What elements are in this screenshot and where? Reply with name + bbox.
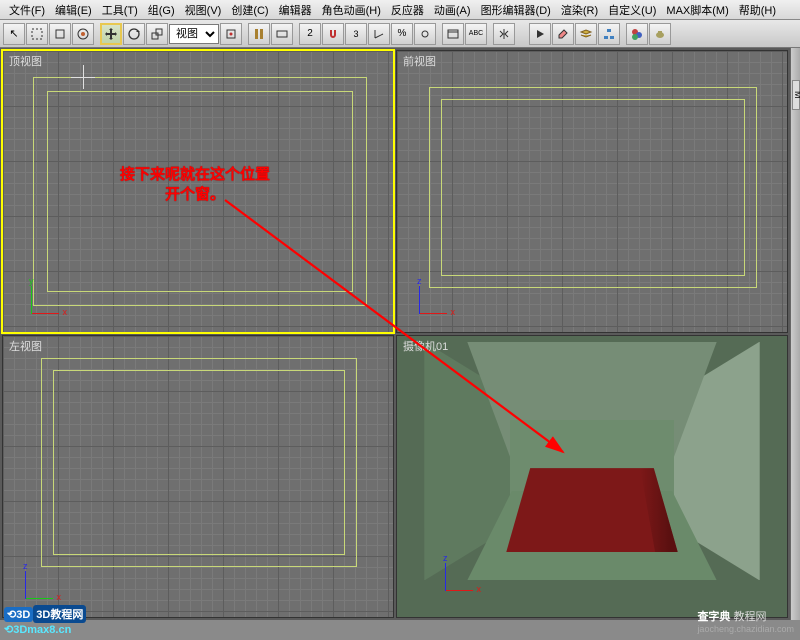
viewport-label-camera: 摄像机01 — [403, 338, 448, 354]
snap2-icon: 2 — [307, 28, 313, 39]
viewport-container: 顶视图 前视图 左视图 摄像机01 — [0, 48, 790, 620]
scale-icon — [150, 27, 164, 41]
scale-button[interactable] — [146, 23, 168, 45]
viewport-label-top: 顶视图 — [9, 53, 42, 69]
layers-icon — [579, 27, 593, 41]
align-button[interactable] — [529, 23, 551, 45]
main-toolbar: ↖ 视图 2 3 % ABC — [0, 20, 800, 48]
menu-character[interactable]: 角色动画(H) — [317, 1, 386, 19]
menu-animation[interactable]: 动画(A) — [429, 1, 476, 19]
manipulate-icon — [252, 27, 266, 41]
geometry-inner — [53, 370, 345, 555]
snap3-icon: 3 — [353, 29, 358, 39]
select-window-button[interactable] — [49, 23, 71, 45]
menu-create[interactable]: 创建(C) — [226, 1, 273, 19]
viewport-camera[interactable]: 摄像机01 — [396, 335, 788, 618]
menu-maxscript[interactable]: MAX脚本(M) — [661, 1, 733, 19]
rotate-icon — [127, 27, 141, 41]
percent-snap-button[interactable]: % — [391, 23, 413, 45]
command-panel[interactable] — [790, 48, 800, 620]
viewport-label-front: 前视图 — [403, 53, 436, 69]
angle-snap-button[interactable] — [322, 23, 344, 45]
schematic-view-button[interactable] — [598, 23, 620, 45]
manipulate-button[interactable] — [248, 23, 270, 45]
menu-reactor[interactable]: 反应器 — [386, 1, 429, 19]
menu-view[interactable]: 视图(V) — [180, 1, 227, 19]
command-panel-tab[interactable]: M — [792, 80, 800, 110]
select-circular-button[interactable] — [72, 23, 94, 45]
keyboard-icon — [275, 27, 289, 41]
watermark-left: ⟲3D3D教程网 ⟲3Dmax8.cn — [4, 605, 86, 636]
menu-bar: 文件(F) 编辑(E) 工具(T) 组(G) 视图(V) 创建(C) 编辑器 角… — [0, 0, 800, 20]
keyboard-shortcut-button[interactable] — [271, 23, 293, 45]
menu-graph[interactable]: 图形编辑器(D) — [476, 1, 556, 19]
menu-file[interactable]: 文件(F) — [4, 1, 50, 19]
pivot-button[interactable] — [220, 23, 242, 45]
menu-render[interactable]: 渲染(R) — [556, 1, 603, 19]
menu-tools[interactable]: 工具(T) — [97, 1, 143, 19]
percent-icon: % — [398, 28, 407, 39]
coord-system-dropdown[interactable]: 视图 — [169, 24, 219, 44]
axis-gizmo — [437, 559, 477, 599]
move-button[interactable] — [100, 23, 122, 45]
viewport-label-left: 左视图 — [9, 338, 42, 354]
menu-help[interactable]: 帮助(H) — [734, 1, 781, 19]
move-icon — [104, 27, 118, 41]
pivot-icon — [224, 27, 238, 41]
watermark-right: 查字典 教程网 jaocheng.chazidian.com — [697, 608, 794, 634]
mirror-icon — [497, 27, 511, 41]
viewport-front[interactable]: 前视图 — [396, 50, 788, 333]
axis-gizmo — [23, 282, 63, 322]
circle-select-icon — [76, 27, 90, 41]
named-icon — [446, 27, 460, 41]
named-selection-button[interactable] — [442, 23, 464, 45]
menu-group[interactable]: 组(G) — [143, 1, 180, 19]
viewport-left[interactable]: 左视图 — [2, 335, 394, 618]
play-icon — [533, 27, 547, 41]
angle-icon — [372, 27, 386, 41]
rect-select-icon — [30, 27, 44, 41]
menu-customize[interactable]: 自定义(U) — [603, 1, 661, 19]
material-icon — [630, 27, 644, 41]
spinner-snap-button[interactable] — [414, 23, 436, 45]
angle-button[interactable] — [368, 23, 390, 45]
abc-button[interactable]: ABC — [465, 23, 487, 45]
geometry-inner — [441, 99, 745, 276]
window-select-icon — [53, 27, 67, 41]
layers-button[interactable] — [552, 23, 574, 45]
cursor-icon: ↖ — [9, 27, 18, 40]
abc-icon: ABC — [469, 30, 483, 37]
spinner-icon — [418, 27, 432, 41]
select-region-button[interactable] — [26, 23, 48, 45]
material-editor-button[interactable] — [626, 23, 648, 45]
schematic-icon — [602, 27, 616, 41]
axis-gizmo — [411, 282, 451, 322]
teapot-icon — [653, 27, 667, 41]
erase-icon — [556, 27, 570, 41]
magnet-icon — [326, 27, 340, 41]
snap-3-button[interactable]: 3 — [345, 23, 367, 45]
curve-editor-button[interactable] — [575, 23, 597, 45]
menu-editors[interactable]: 编辑器 — [274, 1, 317, 19]
axis-gizmo — [17, 567, 57, 607]
annotation-text: 接下来呢就在这个位置 开个窗。 — [120, 165, 270, 204]
render-scene-button[interactable] — [649, 23, 671, 45]
rotate-button[interactable] — [123, 23, 145, 45]
menu-edit[interactable]: 编辑(E) — [50, 1, 97, 19]
select-object-button[interactable]: ↖ — [3, 23, 25, 45]
snap-toggle-button[interactable]: 2 — [299, 23, 321, 45]
mirror-button[interactable] — [493, 23, 515, 45]
